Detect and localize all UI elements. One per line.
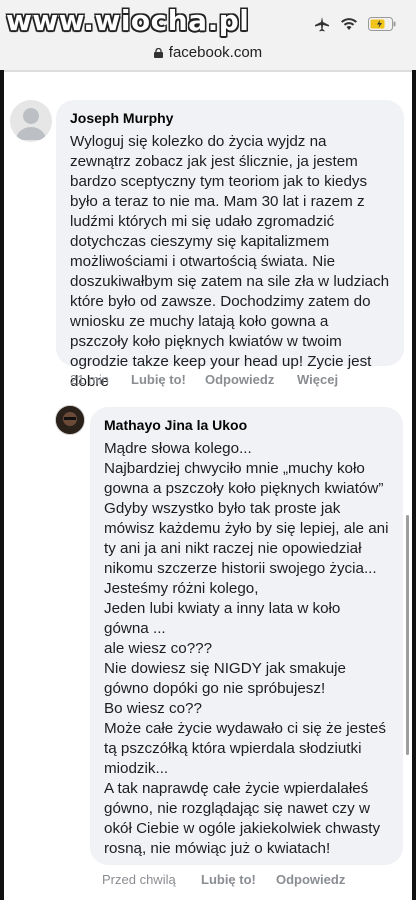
reply-button[interactable]: Odpowiedz [276,872,345,887]
like-button[interactable]: Lubię to! [201,872,256,887]
comment-author[interactable]: Joseph Murphy [70,110,390,126]
comment-text: Mądre słowa kolego... Najbardziej chwyci… [104,440,389,857]
comment-actions: 21 min Lubię to! Odpowiedz Więcej [70,372,400,392]
comment-author[interactable]: Mathayo Jina la Ukoo [104,417,389,433]
comment-bubble: Mathayo Jina la Ukoo Mądre słowa kolego.… [90,407,403,865]
comment-bubble: Joseph Murphy Wyloguj się kolezko do życ… [56,100,404,390]
more-button[interactable]: Więcej [297,372,338,387]
comments-panel: Joseph Murphy Wyloguj się kolezko do życ… [0,70,416,900]
lock-icon [153,48,163,58]
divider [4,70,412,72]
scrollbar[interactable] [406,515,409,755]
watermark: www.wiocha.pl [6,4,250,37]
url-text: facebook.com [168,44,263,61]
comment-actions: Przed chwilą Lubię to! Odpowiedz [102,872,402,892]
comment-text: Wyloguj się kolezko do życia wyjdz na ze… [70,133,390,390]
airplane-icon [315,17,329,32]
user-photo-icon [56,406,84,434]
browser-status-bar: www.wiocha.pl facebook.com [0,0,416,70]
status-icons [314,16,396,32]
default-avatar-icon [16,108,46,140]
like-button[interactable]: Lubię to! [131,372,186,387]
avatar[interactable] [55,405,85,435]
wifi-icon [341,18,357,30]
address-bar[interactable]: facebook.com [0,44,416,61]
battery-icon [368,17,396,31]
avatar[interactable] [10,100,52,142]
reply-button[interactable]: Odpowiedz [205,372,274,387]
comment-time[interactable]: 21 min [70,372,109,387]
comment-time[interactable]: Przed chwilą [102,872,176,887]
